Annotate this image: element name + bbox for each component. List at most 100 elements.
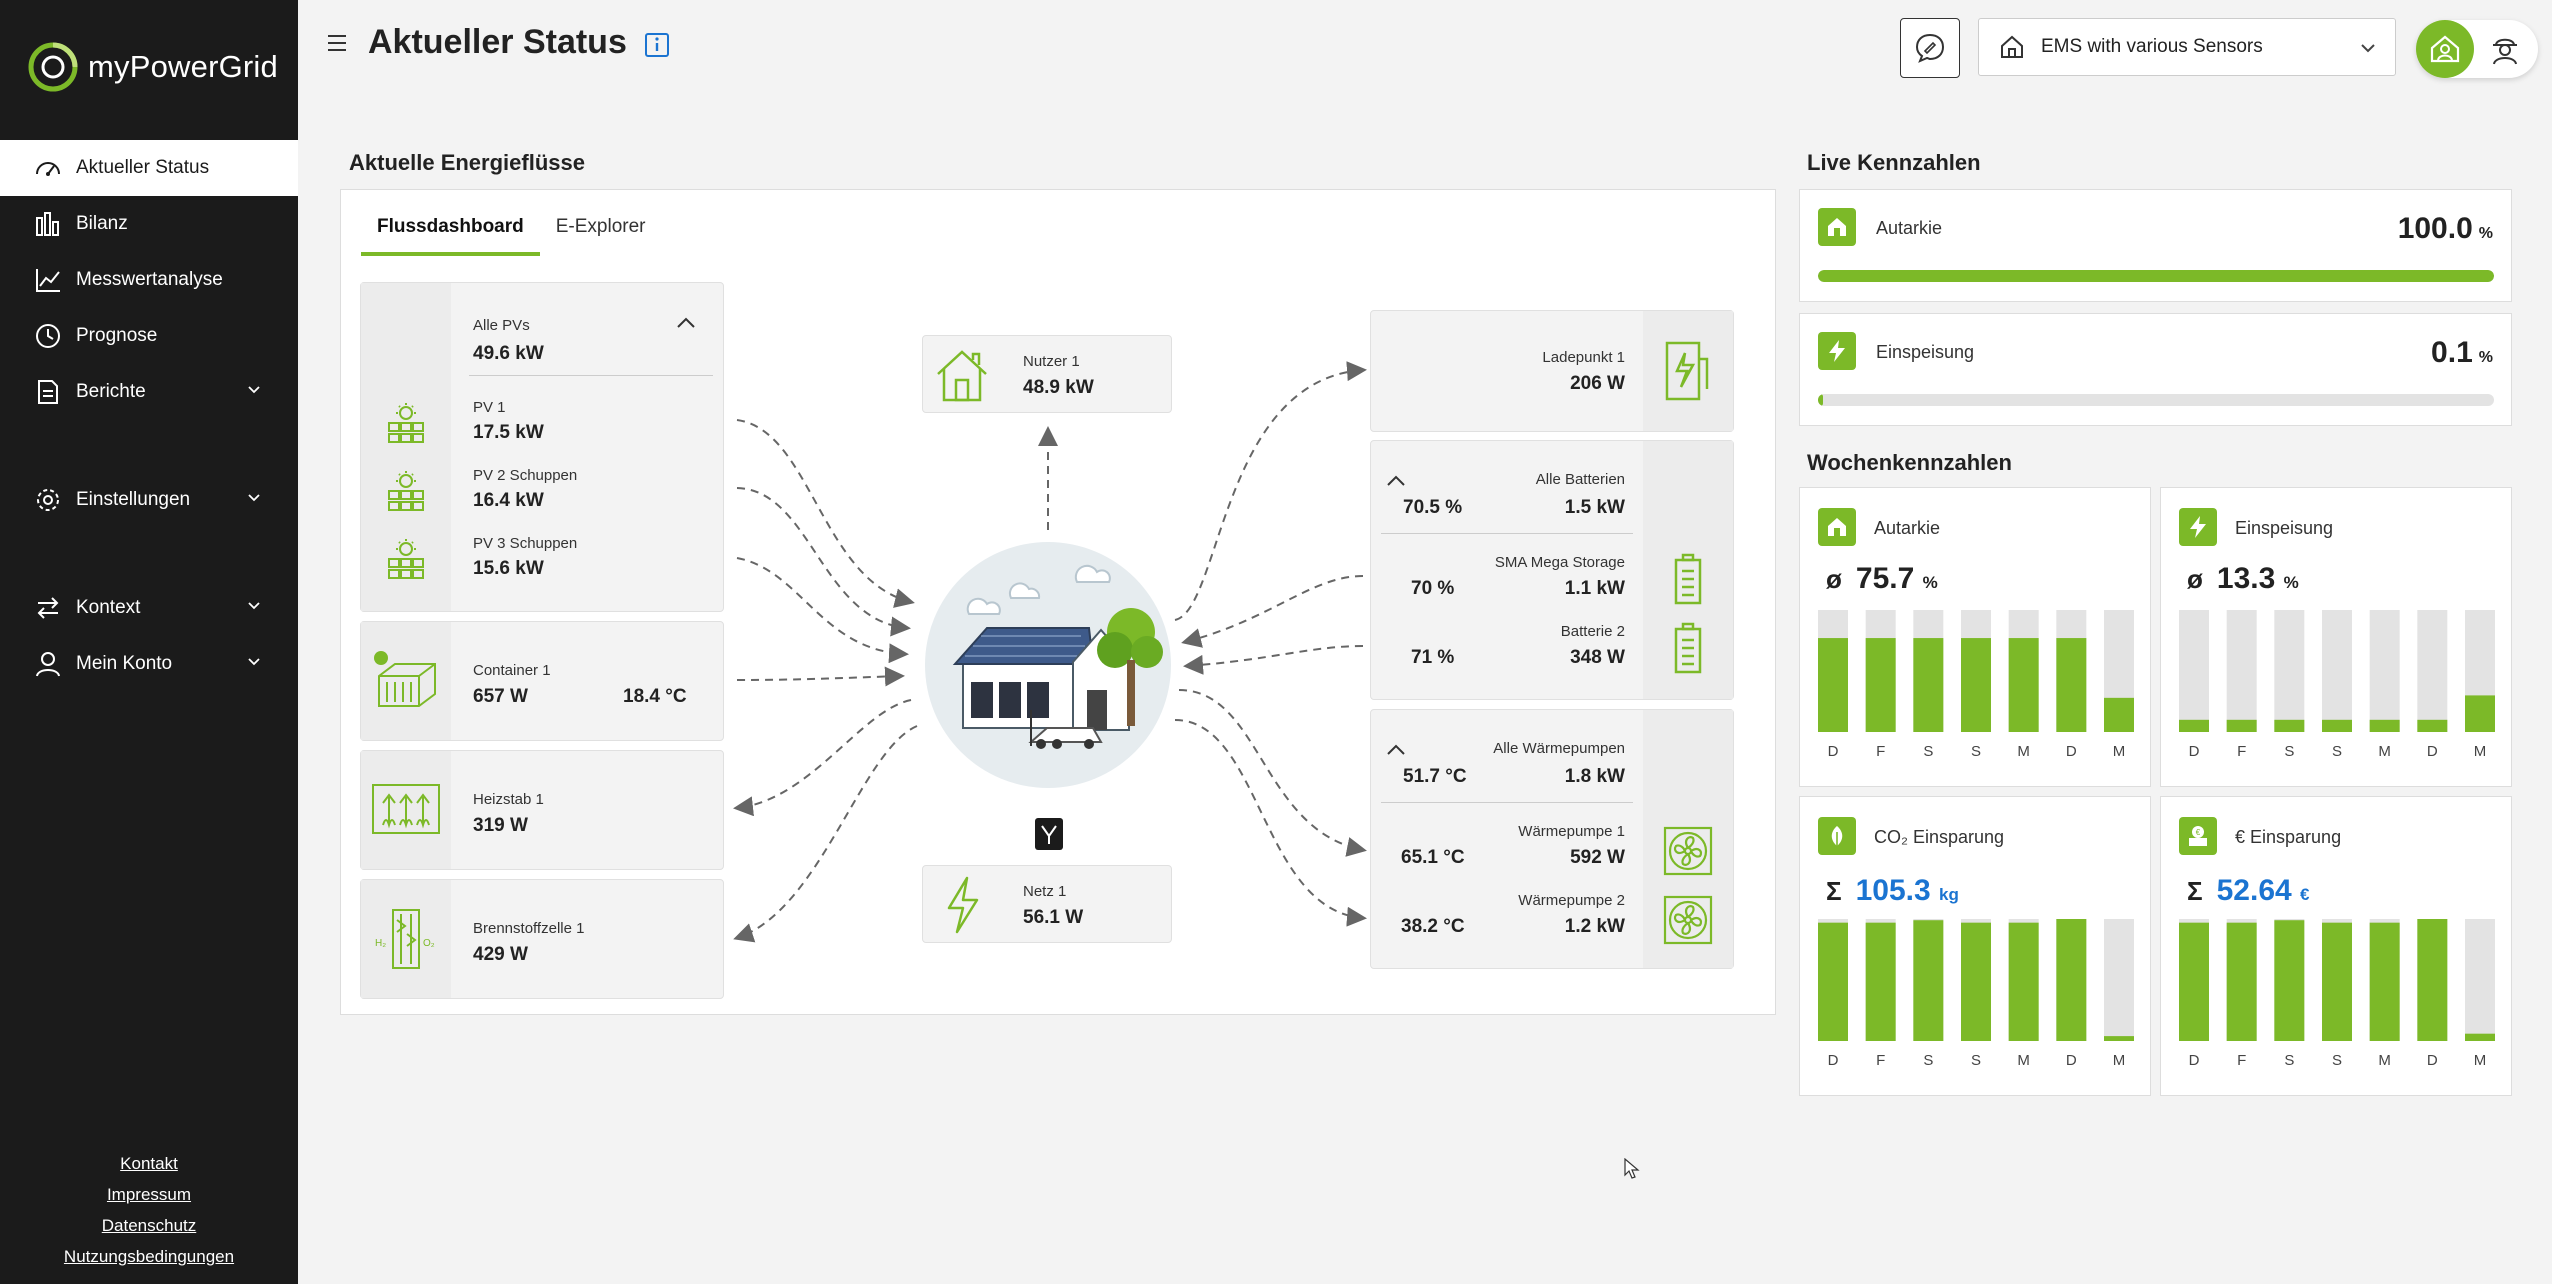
user-menu[interactable] xyxy=(2416,20,2538,78)
day-label: M xyxy=(2378,743,2391,760)
live-einspeisung-name: Einspeisung xyxy=(1876,342,1975,362)
live-autarkie-bar-fill xyxy=(1818,270,2494,282)
battery-total-value: 1.5 kW xyxy=(1564,497,1625,518)
bar xyxy=(2008,638,2039,732)
grid-card[interactable]: Netz 1 56.1 W xyxy=(922,865,1172,943)
svg-text:H₂: H₂ xyxy=(375,938,386,949)
weekly-euro-card: € € Einsparung Σ 52.64 € D F S S M D M xyxy=(2160,796,2512,1096)
leaf-icon xyxy=(1818,817,1856,855)
heatpump-total-value: 1.8 kW xyxy=(1564,766,1625,787)
bar xyxy=(2008,922,2039,1041)
chevron-down-icon xyxy=(248,494,260,502)
link-nutzungsbedingungen[interactable]: Nutzungsbedingungen xyxy=(0,1241,298,1272)
battery-item-value: 348 W xyxy=(1570,647,1625,668)
day-label: F xyxy=(2237,743,2247,760)
heater-card[interactable]: Heizstab 1 319 W xyxy=(360,750,724,870)
bar xyxy=(1913,920,1944,1041)
battery-total-label: Alle Batterien xyxy=(1535,471,1625,488)
heater-name: Heizstab 1 xyxy=(473,791,544,808)
weekly-autarkie-symbol: ø xyxy=(1826,564,1842,594)
link-kontakt[interactable]: Kontakt xyxy=(0,1148,298,1179)
charger-value: 206 W xyxy=(1570,373,1625,394)
day-label: D xyxy=(1827,743,1839,760)
day-label: D xyxy=(1827,1052,1839,1069)
link-datenschutz[interactable]: Datenschutz xyxy=(0,1210,298,1241)
avatar[interactable] xyxy=(2416,20,2474,78)
engineer-icon[interactable] xyxy=(2488,32,2522,66)
day-label: S xyxy=(2284,1052,2295,1069)
chevron-down-icon xyxy=(2361,44,2375,53)
battery-icon xyxy=(1674,622,1702,674)
day-label: S xyxy=(2284,743,2295,760)
day-label: F xyxy=(2237,1052,2247,1069)
heatpump-item-name: Wärmepumpe 2 xyxy=(1518,892,1625,909)
day-label: S xyxy=(1970,1052,1981,1069)
live-autarkie-card: Autarkie 100.0% xyxy=(1799,189,2512,302)
weekly-einspeisung-symbol: ø xyxy=(2187,564,2203,594)
sidebar-item-label: Bilanz xyxy=(76,213,128,234)
day-label: D xyxy=(2188,1052,2200,1069)
sidebar-item-messwertanalyse[interactable]: Messwertanalyse xyxy=(0,252,298,308)
sidebar-item-kontext[interactable]: Kontext xyxy=(0,580,298,636)
weekly-euro-chart xyxy=(2179,919,2495,1041)
day-label: M xyxy=(2378,1052,2391,1069)
sidebar-item-label: Berichte xyxy=(76,381,146,402)
battery-card: Alle Batterien 70.5 % 1.5 kW SMA Mega St… xyxy=(1370,440,1734,700)
swap-icon xyxy=(32,592,64,624)
live-einspeisung-bar-fill xyxy=(1818,394,1824,406)
sidebar-item-prognose[interactable]: Prognose xyxy=(0,308,298,364)
weekly-autarkie-card: Autarkie ø 75.7 % D F S S M D M xyxy=(1799,487,2151,787)
bar xyxy=(1961,638,1991,732)
link-impressum[interactable]: Impressum xyxy=(0,1179,298,1210)
sidebar-item-mein-konto[interactable]: Mein Konto xyxy=(0,636,298,692)
bar xyxy=(2179,922,2209,1041)
sidebar-item-berichte[interactable]: Berichte xyxy=(0,364,298,420)
day-label: S xyxy=(2331,743,2342,760)
sidebar-item-label: Prognose xyxy=(76,325,158,346)
bar xyxy=(2417,719,2448,732)
chevron-up-icon[interactable] xyxy=(1385,473,1407,489)
meter-icon xyxy=(1035,818,1063,850)
bar xyxy=(2322,922,2352,1041)
battery-item-name: Batterie 2 xyxy=(1560,623,1625,640)
container-card[interactable]: Container 1 657 W 18.4 °C xyxy=(360,621,724,741)
feedback-button[interactable] xyxy=(1900,18,1960,78)
bar xyxy=(1865,638,1896,732)
day-label: D xyxy=(2426,1052,2438,1069)
weekly-einspeisung-chart xyxy=(2179,610,2495,732)
fuelcell-card[interactable]: H₂ O₂ Brennstoffzelle 1 429 W xyxy=(360,879,724,999)
chevron-up-icon[interactable] xyxy=(675,315,697,331)
charger-card[interactable]: Ladepunkt 1 206 W xyxy=(1370,310,1734,432)
consumer-card[interactable]: Nutzer 1 48.9 kW xyxy=(922,335,1172,413)
weekly-co2-symbol: Σ xyxy=(1826,876,1842,906)
lightning-icon xyxy=(947,876,979,934)
live-einspeisung-value: 0.1% xyxy=(2431,336,2493,369)
bar xyxy=(2322,719,2352,732)
bar-chart-icon xyxy=(32,208,64,240)
weekly-euro-symbol: Σ xyxy=(2187,876,2203,906)
day-label: D xyxy=(2065,1052,2077,1069)
chevron-down-icon xyxy=(248,386,260,394)
day-label: M xyxy=(2017,743,2030,760)
logo[interactable]: myPowerGrid xyxy=(28,42,278,92)
site-select[interactable]: EMS with various Sensors xyxy=(1978,18,2396,76)
bar xyxy=(1913,638,1944,732)
heatpump-total-temp: 51.7 °C xyxy=(1403,766,1467,787)
bar-background xyxy=(2322,610,2352,732)
solar-panel-icon xyxy=(388,539,424,579)
menu-icon[interactable] xyxy=(326,32,348,54)
info-icon[interactable] xyxy=(644,32,670,58)
sidebar-item-label: Kontext xyxy=(76,597,141,618)
solar-panel-icon xyxy=(388,471,424,511)
line-chart-icon xyxy=(32,264,64,296)
gauge-icon xyxy=(32,152,64,184)
sidebar-item-label: Messwertanalyse xyxy=(76,269,223,290)
sidebar-item-aktueller-status[interactable]: Aktueller Status xyxy=(0,140,298,196)
container-value: 657 W xyxy=(473,686,528,707)
chevron-up-icon[interactable] xyxy=(1385,742,1407,758)
live-autarkie-bar xyxy=(1818,270,2494,282)
bar xyxy=(2179,719,2209,732)
sidebar-item-einstellungen[interactable]: Einstellungen xyxy=(0,472,298,528)
pv-card: Alle PVs 49.6 kW PV 1 17.5 kW PV 2 Schup… xyxy=(360,282,724,612)
sidebar-item-bilanz[interactable]: Bilanz xyxy=(0,196,298,252)
